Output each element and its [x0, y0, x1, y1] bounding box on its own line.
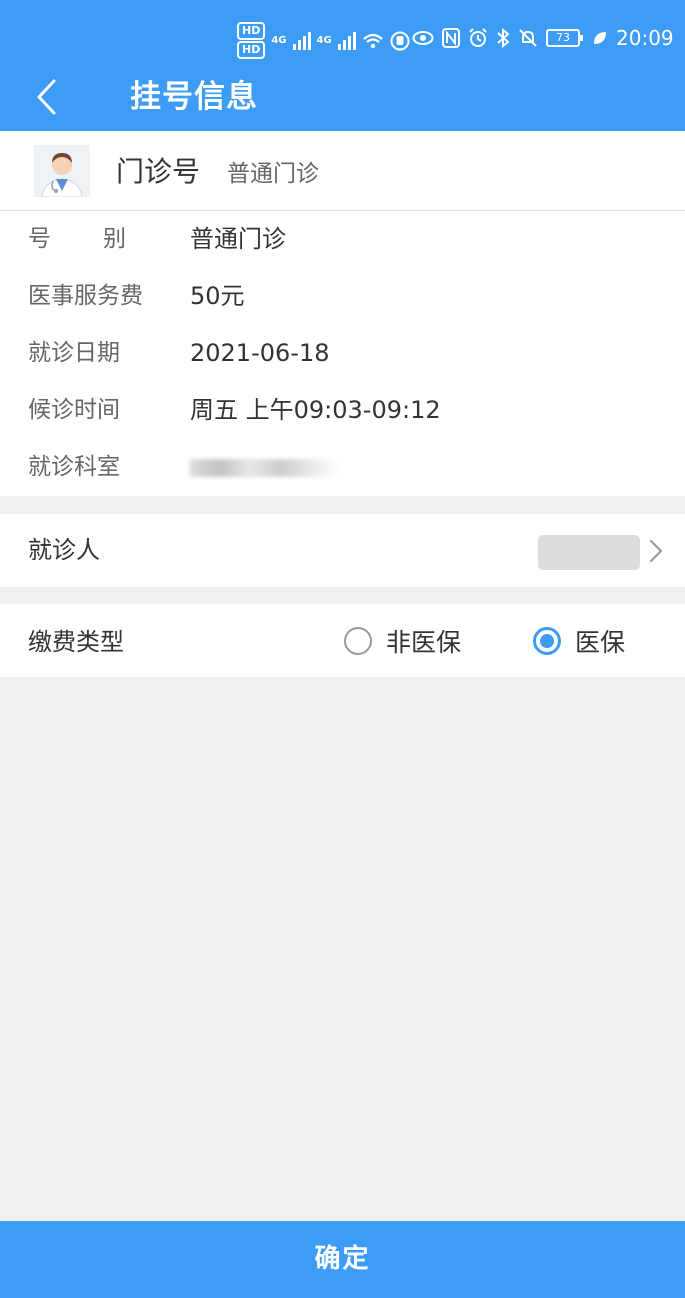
payment-type-label: 缴费类型	[28, 628, 124, 656]
info-row-visit-date: 就诊日期 2021-06-18	[0, 325, 685, 382]
patient-selector[interactable]: 就诊人	[0, 514, 685, 587]
info-value: 2021-06-18	[190, 339, 330, 367]
status-time: 20:09	[616, 26, 674, 50]
back-button[interactable]	[24, 72, 68, 122]
signal-bars-icon	[337, 31, 356, 50]
info-label: 医事服务费	[28, 283, 143, 309]
signal-4g-icon: 4G	[316, 35, 332, 46]
status-icons-right: 73 20:09	[412, 26, 674, 50]
info-value: 普通门诊	[190, 225, 286, 253]
chevron-left-icon	[37, 79, 56, 115]
info-label: 就诊科室	[28, 454, 120, 480]
info-row-department: 就诊科室	[0, 439, 685, 496]
redacted-department	[190, 459, 340, 477]
confirm-button[interactable]: 确定	[0, 1221, 685, 1298]
alarm-icon	[469, 28, 487, 47]
patient-value-redacted	[538, 535, 640, 570]
app-header: HD HD 4G 4G 73 20:09 挂号信息	[0, 0, 685, 131]
info-label: 号别	[28, 226, 126, 252]
info-row-ticket-type: 号别 普通门诊	[0, 211, 685, 268]
radio-checked-icon	[533, 627, 561, 655]
doctor-avatar-icon	[34, 145, 90, 197]
payment-option-insurance[interactable]: 医保	[533, 622, 625, 660]
signal-bars-icon	[292, 31, 311, 50]
hand-icon	[390, 31, 410, 50]
signal-4g-icon: 4G	[271, 35, 287, 46]
mute-icon	[519, 29, 537, 47]
patient-label: 就诊人	[28, 536, 100, 564]
hd-icon: HD HD	[237, 22, 266, 59]
status-bar: HD HD 4G 4G 73 20:09	[0, 0, 685, 72]
chevron-right-icon	[649, 539, 663, 563]
clinic-name: 普通门诊	[227, 161, 319, 187]
payment-type-row: 缴费类型 非医保 医保	[0, 604, 685, 677]
clinic-header: 门诊号 普通门诊	[0, 131, 685, 211]
info-value: 周五 上午09:03-09:12	[190, 396, 441, 424]
leaf-icon	[594, 32, 606, 44]
wifi-icon	[362, 33, 383, 48]
info-label: 就诊日期	[28, 340, 120, 366]
info-label: 候诊时间	[28, 397, 120, 423]
registration-info: 号别 普通门诊 医事服务费 50元 就诊日期 2021-06-18 候诊时间 周…	[0, 211, 685, 496]
bluetooth-icon	[497, 28, 510, 48]
radio-label: 医保	[575, 628, 626, 657]
info-value: 50元	[190, 282, 245, 310]
nfc-icon	[442, 28, 460, 48]
radio-label: 非医保	[386, 628, 462, 657]
eye-icon	[412, 31, 434, 45]
payment-option-self-pay[interactable]: 非医保	[344, 622, 461, 660]
battery-icon: 73	[546, 29, 583, 47]
page-title: 挂号信息	[130, 79, 258, 115]
radio-unchecked-icon	[344, 627, 372, 655]
clinic-type: 门诊号	[116, 155, 201, 188]
info-row-service-fee: 医事服务费 50元	[0, 268, 685, 325]
status-icons-left: HD HD 4G 4G	[237, 22, 410, 59]
info-row-wait-time: 候诊时间 周五 上午09:03-09:12	[0, 382, 685, 439]
